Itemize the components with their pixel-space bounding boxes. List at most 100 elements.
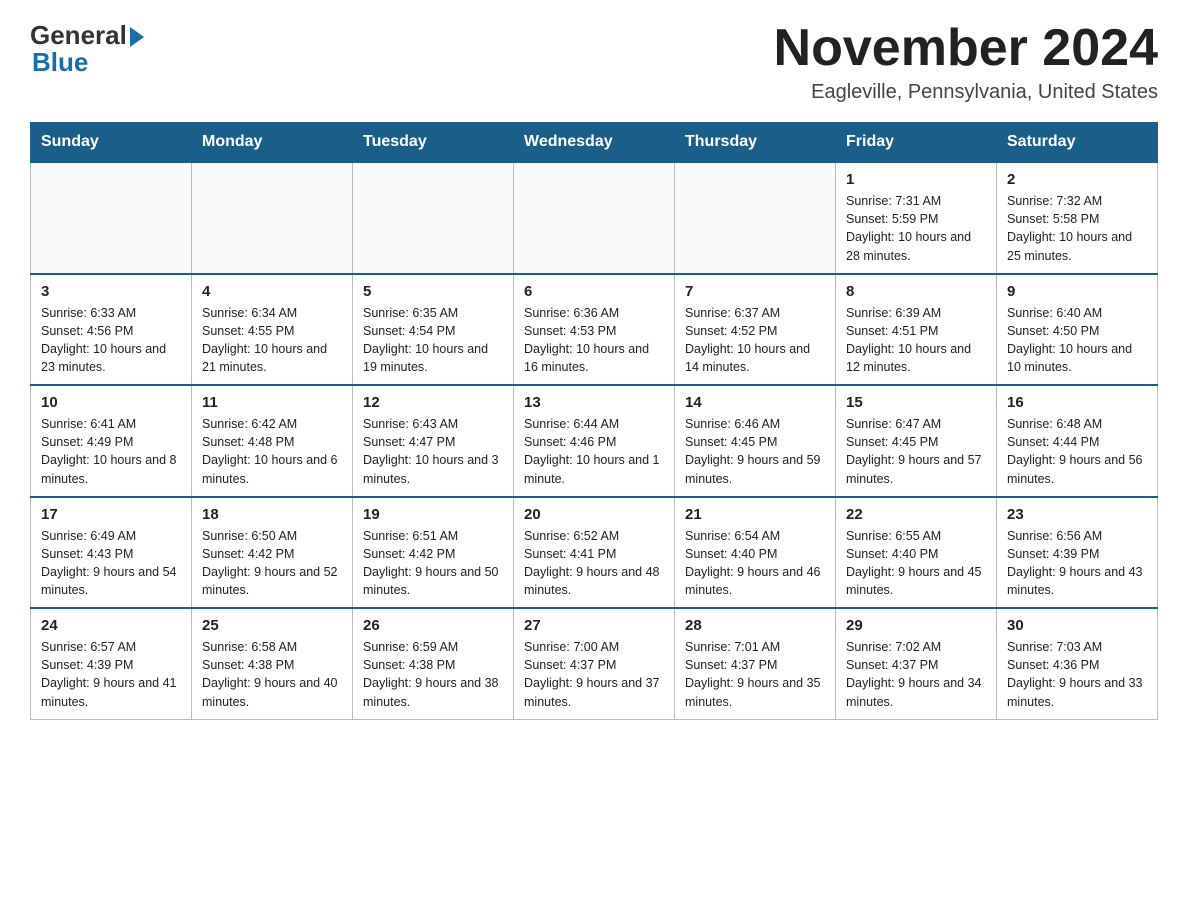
- day-sun-info: Sunrise: 7:02 AMSunset: 4:37 PMDaylight:…: [846, 638, 986, 711]
- day-number: 13: [524, 394, 664, 411]
- day-sun-info: Sunrise: 6:54 AMSunset: 4:40 PMDaylight:…: [685, 527, 825, 600]
- calendar-day-cell: 11Sunrise: 6:42 AMSunset: 4:48 PMDayligh…: [192, 385, 353, 497]
- day-sun-info: Sunrise: 6:47 AMSunset: 4:45 PMDaylight:…: [846, 415, 986, 488]
- calendar-day-cell: 25 Sunrise: 6:58 AMSunset: 4:38 PMDayligh…: [192, 608, 353, 719]
- day-sun-info: Sunrise: 6:41 AMSunset: 4:49 PMDaylight:…: [41, 415, 181, 488]
- day-number: 14: [685, 394, 825, 411]
- day-number: 4: [202, 283, 342, 300]
- day-sun-info: Sunrise: 6:34 AMSunset: 4:55 PMDaylight:…: [202, 304, 342, 377]
- day-number: 20: [524, 506, 664, 523]
- calendar-day-cell: 2 Sunrise: 7:32 AMSunset: 5:58 PMDaylight…: [997, 162, 1158, 274]
- calendar-day-cell: 15 Sunrise: 6:47 AMSunset: 4:45 PMDayligh…: [836, 385, 997, 497]
- day-sun-info: Sunrise: 6:50 AMSunset: 4:42 PMDaylight:…: [202, 527, 342, 600]
- calendar-day-header: Thursday: [675, 123, 836, 163]
- day-sun-info: Sunrise: 6:52 AMSunset: 4:41 PMDaylight:…: [524, 527, 664, 600]
- day-number: 25: [202, 617, 342, 634]
- calendar-day-cell: 20 Sunrise: 6:52 AMSunset: 4:41 PMDayligh…: [514, 497, 675, 609]
- day-sun-info: Sunrise: 6:56 AMSunset: 4:39 PMDaylight:…: [1007, 527, 1147, 600]
- day-number: 23: [1007, 506, 1147, 523]
- calendar-day-cell: 6Sunrise: 6:36 AMSunset: 4:53 PMDaylight…: [514, 274, 675, 386]
- day-number: 10: [41, 394, 181, 411]
- day-number: 6: [524, 283, 664, 300]
- header: General Blue November 2024 Eagleville, P…: [30, 20, 1158, 104]
- day-number: 15: [846, 394, 986, 411]
- page-subtitle: Eagleville, Pennsylvania, United States: [774, 81, 1158, 104]
- day-sun-info: Sunrise: 6:39 AMSunset: 4:51 PMDaylight:…: [846, 304, 986, 377]
- day-number: 7: [685, 283, 825, 300]
- day-number: 17: [41, 506, 181, 523]
- calendar-day-cell: 28 Sunrise: 7:01 AMSunset: 4:37 PMDayligh…: [675, 608, 836, 719]
- day-sun-info: Sunrise: 6:51 AMSunset: 4:42 PMDaylight:…: [363, 527, 503, 600]
- calendar-day-cell: 5Sunrise: 6:35 AMSunset: 4:54 PMDaylight…: [353, 274, 514, 386]
- day-sun-info: Sunrise: 6:55 AMSunset: 4:40 PMDaylight:…: [846, 527, 986, 600]
- day-number: 30: [1007, 617, 1147, 634]
- day-sun-info: Sunrise: 6:58 AMSunset: 4:38 PMDaylight:…: [202, 638, 342, 711]
- calendar-day-header: Friday: [836, 123, 997, 163]
- calendar-day-cell: [192, 162, 353, 274]
- calendar-day-cell: 26 Sunrise: 6:59 AMSunset: 4:38 PMDayligh…: [353, 608, 514, 719]
- day-sun-info: Sunrise: 6:37 AMSunset: 4:52 PMDaylight:…: [685, 304, 825, 377]
- calendar-day-cell: 23 Sunrise: 6:56 AMSunset: 4:39 PMDayligh…: [997, 497, 1158, 609]
- calendar-day-header: Monday: [192, 123, 353, 163]
- day-sun-info: Sunrise: 7:31 AMSunset: 5:59 PMDaylight:…: [846, 192, 986, 265]
- calendar-day-cell: 16 Sunrise: 6:48 AMSunset: 4:44 PMDayligh…: [997, 385, 1158, 497]
- page-title: November 2024: [774, 20, 1158, 77]
- calendar-day-header: Wednesday: [514, 123, 675, 163]
- calendar-day-header: Sunday: [31, 123, 192, 163]
- calendar-day-header: Saturday: [997, 123, 1158, 163]
- calendar-day-header: Tuesday: [353, 123, 514, 163]
- day-number: 2: [1007, 171, 1147, 188]
- day-number: 26: [363, 617, 503, 634]
- logo: General Blue: [30, 20, 144, 78]
- day-sun-info: Sunrise: 7:00 AMSunset: 4:37 PMDaylight:…: [524, 638, 664, 711]
- calendar-week-row: 10 Sunrise: 6:41 AMSunset: 4:49 PMDayligh…: [31, 385, 1158, 497]
- calendar-day-cell: 9 Sunrise: 6:40 AMSunset: 4:50 PMDaylight…: [997, 274, 1158, 386]
- day-sun-info: Sunrise: 6:35 AMSunset: 4:54 PMDaylight:…: [363, 304, 503, 377]
- calendar-day-cell: 18 Sunrise: 6:50 AMSunset: 4:42 PMDayligh…: [192, 497, 353, 609]
- day-number: 8: [846, 283, 986, 300]
- calendar-day-cell: [353, 162, 514, 274]
- calendar-day-cell: [514, 162, 675, 274]
- calendar-day-cell: 17 Sunrise: 6:49 AMSunset: 4:43 PMDayligh…: [31, 497, 192, 609]
- day-number: 3: [41, 283, 181, 300]
- day-number: 28: [685, 617, 825, 634]
- day-sun-info: Sunrise: 7:32 AMSunset: 5:58 PMDaylight:…: [1007, 192, 1147, 265]
- calendar-day-cell: 30 Sunrise: 7:03 AMSunset: 4:36 PMDayligh…: [997, 608, 1158, 719]
- calendar-week-row: 24Sunrise: 6:57 AMSunset: 4:39 PMDayligh…: [31, 608, 1158, 719]
- day-sun-info: Sunrise: 6:57 AMSunset: 4:39 PMDaylight:…: [41, 638, 181, 711]
- calendar-table: SundayMondayTuesdayWednesdayThursdayFrid…: [30, 122, 1158, 720]
- day-number: 29: [846, 617, 986, 634]
- day-sun-info: Sunrise: 6:33 AMSunset: 4:56 PMDaylight:…: [41, 304, 181, 377]
- day-sun-info: Sunrise: 6:40 AMSunset: 4:50 PMDaylight:…: [1007, 304, 1147, 377]
- day-number: 19: [363, 506, 503, 523]
- day-sun-info: Sunrise: 6:43 AMSunset: 4:47 PMDaylight:…: [363, 415, 503, 488]
- title-area: November 2024 Eagleville, Pennsylvania, …: [774, 20, 1158, 104]
- day-number: 9: [1007, 283, 1147, 300]
- day-sun-info: Sunrise: 7:01 AMSunset: 4:37 PMDaylight:…: [685, 638, 825, 711]
- calendar-day-cell: 1Sunrise: 7:31 AMSunset: 5:59 PMDaylight…: [836, 162, 997, 274]
- day-sun-info: Sunrise: 6:59 AMSunset: 4:38 PMDaylight:…: [363, 638, 503, 711]
- calendar-week-row: 17 Sunrise: 6:49 AMSunset: 4:43 PMDayligh…: [31, 497, 1158, 609]
- calendar-day-cell: 22 Sunrise: 6:55 AMSunset: 4:40 PMDayligh…: [836, 497, 997, 609]
- day-sun-info: Sunrise: 6:48 AMSunset: 4:44 PMDaylight:…: [1007, 415, 1147, 488]
- day-number: 21: [685, 506, 825, 523]
- logo-blue-text: Blue: [32, 47, 88, 77]
- calendar-day-cell: [675, 162, 836, 274]
- calendar-day-cell: 12 Sunrise: 6:43 AMSunset: 4:47 PMDayligh…: [353, 385, 514, 497]
- day-number: 16: [1007, 394, 1147, 411]
- day-sun-info: Sunrise: 7:03 AMSunset: 4:36 PMDaylight:…: [1007, 638, 1147, 711]
- day-number: 22: [846, 506, 986, 523]
- calendar-day-cell: 4 Sunrise: 6:34 AMSunset: 4:55 PMDaylight…: [192, 274, 353, 386]
- calendar-day-cell: 10 Sunrise: 6:41 AMSunset: 4:49 PMDayligh…: [31, 385, 192, 497]
- day-sun-info: Sunrise: 6:44 AMSunset: 4:46 PMDaylight:…: [524, 415, 664, 488]
- calendar-header-row: SundayMondayTuesdayWednesdayThursdayFrid…: [31, 123, 1158, 163]
- day-number: 12: [363, 394, 503, 411]
- calendar-day-cell: [31, 162, 192, 274]
- day-number: 11: [202, 394, 342, 411]
- day-number: 18: [202, 506, 342, 523]
- calendar-day-cell: 13 Sunrise: 6:44 AMSunset: 4:46 PMDayligh…: [514, 385, 675, 497]
- calendar-day-cell: 3 Sunrise: 6:33 AMSunset: 4:56 PMDaylight…: [31, 274, 192, 386]
- day-sun-info: Sunrise: 6:49 AMSunset: 4:43 PMDaylight:…: [41, 527, 181, 600]
- calendar-day-cell: 19 Sunrise: 6:51 AMSunset: 4:42 PMDayligh…: [353, 497, 514, 609]
- calendar-week-row: 3 Sunrise: 6:33 AMSunset: 4:56 PMDaylight…: [31, 274, 1158, 386]
